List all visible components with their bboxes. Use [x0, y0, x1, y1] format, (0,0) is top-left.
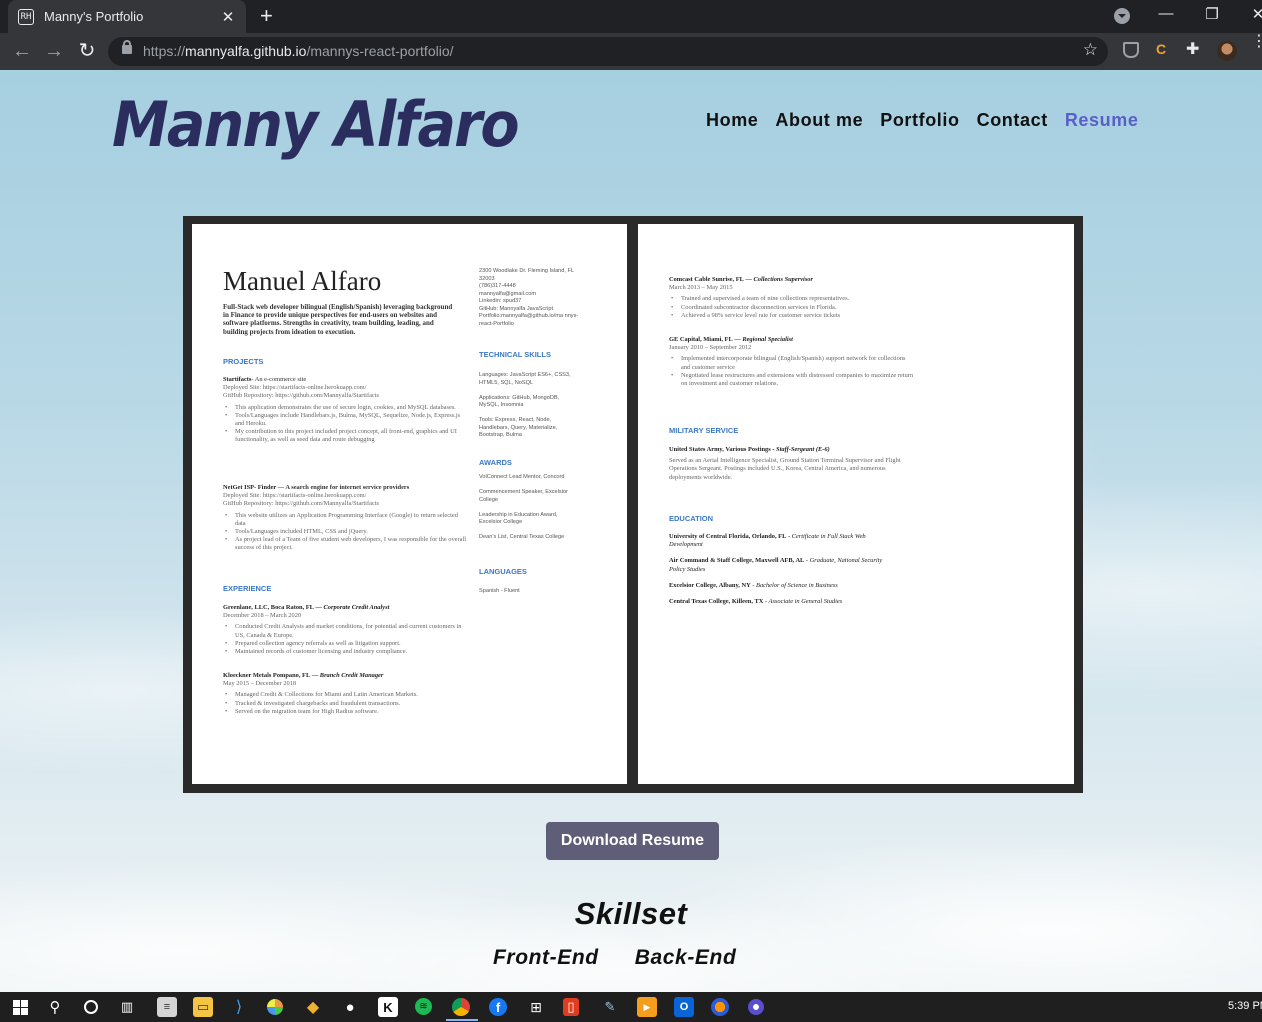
resume-heading-military: MILITARY SERVICE — [669, 426, 739, 435]
resume-military: United States Army, Various Postings - S… — [669, 446, 901, 481]
taskbar-clock[interactable]: 5:39 PM — [1228, 1000, 1262, 1012]
lock-icon[interactable] — [122, 40, 132, 54]
spotify-icon[interactable]: ≋ — [415, 998, 432, 1015]
windows-taskbar: ⚲ ▥ ≡ ▭ ⟩ ◆ ● K ≋ f ⊞ ▯ ✎ ▶ O 5:39 PM — [0, 992, 1262, 1022]
tab-title: Manny's Portfolio — [44, 9, 144, 24]
facebook-icon[interactable]: f — [489, 998, 507, 1016]
paint-icon[interactable]: ✎ — [600, 997, 620, 1017]
resume-page-1: Manuel Alfaro Full-Stack web developer b… — [192, 224, 627, 784]
close-window-icon[interactable]: ✕ — [1248, 5, 1262, 23]
download-resume-button[interactable]: Download Resume — [546, 822, 719, 860]
address-bar[interactable]: https://mannyalfa.github.io/mannys-react… — [108, 37, 1108, 66]
star-icon[interactable]: ☆ — [1083, 40, 1098, 60]
skill-category-front-end: Front-End — [493, 946, 599, 969]
minimize-icon[interactable]: — — [1156, 5, 1176, 22]
url-text[interactable]: https://mannyalfa.github.io/mannys-react… — [143, 43, 454, 59]
favicon-icon: RH — [18, 8, 34, 25]
file-explorer-icon[interactable]: ▭ — [193, 997, 213, 1017]
resume-experience-4: GE Capital, Miami, FL — Regional Special… — [669, 336, 914, 388]
menu-dots-icon[interactable]: ⋮ — [1251, 34, 1262, 50]
page-viewport: Manny Alfaro Home About me Portfolio Con… — [0, 70, 1262, 992]
office-icon[interactable]: ▯ — [563, 998, 579, 1016]
skill-category-back-end: Back-End — [634, 946, 737, 969]
browser-icon[interactable] — [748, 999, 764, 1015]
resume-awards: VolConnect Lead Mentor, Concord Commence… — [479, 474, 568, 540]
resume-experience-1: Greenlane, LLC, Boca Raton, FL — Corpora… — [223, 604, 463, 656]
color-picker-icon[interactable] — [267, 999, 283, 1015]
nav-contact[interactable]: Contact — [977, 110, 1048, 131]
extension-shield-icon[interactable] — [1123, 42, 1139, 58]
resume-education: University of Central Florida, Orlando, … — [669, 533, 883, 606]
github-icon[interactable]: ● — [340, 997, 360, 1017]
klipper-icon[interactable]: K — [378, 997, 398, 1017]
resume-experience-3: Comcast Cable Sunrise, FL — Collections … — [669, 276, 909, 320]
tab-close-icon[interactable]: ✕ — [220, 8, 236, 26]
skill-categories: Front-End Back-End — [493, 946, 736, 970]
browser-toolbar: ← → ↻ https://mannyalfa.github.io/mannys… — [0, 33, 1262, 70]
resume-preview: Manuel Alfaro Full-Stack web developer b… — [183, 216, 1083, 793]
resume-heading-projects: PROJECTS — [223, 357, 264, 366]
notepad-icon[interactable]: ≡ — [157, 997, 177, 1017]
outlook-icon[interactable]: O — [674, 997, 694, 1017]
resume-contact: 2300 Woodlake Dr. Fleming Island, FL 320… — [479, 268, 579, 327]
vscode-icon[interactable]: ⟩ — [229, 997, 249, 1017]
skillset-heading: Skillset — [574, 896, 688, 931]
media-player-icon[interactable]: ▶ — [637, 997, 657, 1017]
nav-resume[interactable]: Resume — [1065, 110, 1139, 131]
browser-tab-bar: RH Manny's Portfolio ✕ + — ❐ ✕ — [0, 0, 1262, 33]
resume-heading-languages: LANGUAGES — [479, 567, 527, 576]
chrome-icon[interactable] — [446, 998, 478, 1021]
extension-c-icon[interactable]: C — [1156, 41, 1172, 57]
puzzle-icon[interactable]: ✚ — [1186, 39, 1202, 58]
back-arrow-icon[interactable]: ← — [10, 39, 34, 63]
site-brand[interactable]: Manny Alfaro — [112, 88, 520, 161]
resume-technical-skills: Languages: JavaScript ES6+, CSS3, HTML5,… — [479, 372, 571, 438]
restore-icon[interactable]: ❐ — [1202, 5, 1222, 23]
tab-search-icon[interactable] — [1114, 8, 1130, 24]
resume-name: Manuel Alfaro — [223, 266, 382, 296]
firefox-icon[interactable] — [711, 998, 729, 1016]
site-nav: Home About me Portfolio Contact Resume — [706, 110, 1155, 131]
nav-home[interactable]: Home — [706, 110, 758, 131]
resume-project-2: NetGet ISP- Finder — A search engine for… — [223, 484, 468, 553]
profile-avatar[interactable] — [1217, 41, 1237, 61]
resume-experience-2: Kloeckner Metals Pompano, FL — Branch Cr… — [223, 672, 468, 716]
resume-heading-experience: EXPERIENCE — [223, 584, 272, 593]
resume-heading-education: EDUCATION — [669, 514, 714, 523]
reload-icon[interactable]: ↻ — [75, 39, 99, 63]
nav-about-me[interactable]: About me — [775, 110, 863, 131]
browser-tab[interactable]: RH Manny's Portfolio ✕ — [8, 0, 246, 33]
resume-heading-technical-skills: TECHNICAL SKILLS — [479, 350, 551, 359]
resume-page-2: Comcast Cable Sunrise, FL — Collections … — [638, 224, 1074, 784]
resume-languages: Spanish - Fluent — [479, 588, 520, 594]
nav-portfolio[interactable]: Portfolio — [880, 110, 959, 131]
cortana-icon[interactable] — [81, 997, 101, 1017]
new-tab-button[interactable]: + — [260, 4, 273, 28]
windows-start-icon[interactable] — [10, 997, 30, 1017]
task-view-icon[interactable]: ▥ — [117, 997, 137, 1017]
forward-arrow-icon[interactable]: → — [42, 39, 66, 63]
search-icon[interactable]: ⚲ — [45, 997, 65, 1017]
resume-summary: Full-Stack web developer bilingual (Engl… — [223, 303, 453, 336]
git-icon[interactable]: ◆ — [303, 997, 323, 1017]
resume-project-1: Startifacts- An e-commerce site Deployed… — [223, 376, 468, 445]
resume-heading-awards: AWARDS — [479, 458, 512, 467]
store-icon[interactable]: ⊞ — [526, 997, 546, 1017]
